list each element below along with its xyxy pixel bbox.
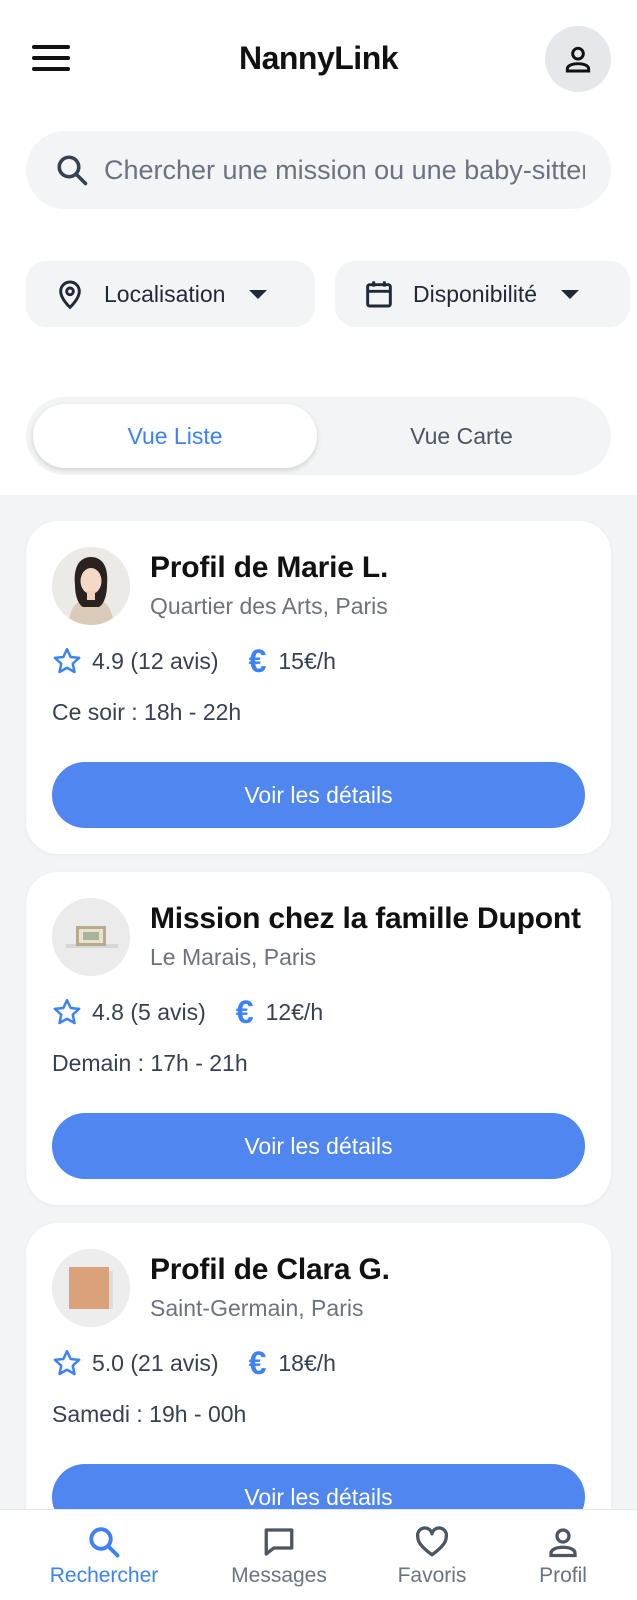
- card-meta: 4.8 (5 avis) € 12€/h: [52, 996, 323, 1028]
- search-icon: [57, 155, 88, 186]
- card-location: Saint-Germain, Paris: [150, 1295, 364, 1321]
- card-availability: Ce soir : 18h - 22h: [52, 699, 242, 725]
- view-toggle: Vue Liste Vue Carte: [26, 397, 611, 475]
- avatar: [52, 547, 130, 625]
- star-icon: [53, 1349, 81, 1376]
- card-availability: Demain : 17h - 21h: [52, 1050, 248, 1076]
- chevron-down-icon: [249, 289, 268, 299]
- euro-icon: €: [248, 643, 267, 679]
- card-rate: 18€/h: [278, 1349, 336, 1376]
- card-location: Quartier des Arts, Paris: [150, 593, 388, 619]
- avatar: [52, 1249, 130, 1327]
- nav-label: Profil: [539, 1564, 587, 1587]
- nav-item-profile[interactable]: Profil: [493, 1524, 633, 1588]
- tab-list-view[interactable]: Vue Liste: [33, 404, 317, 468]
- view-details-button[interactable]: Voir les détails: [52, 1464, 585, 1510]
- search-icon: [89, 1527, 120, 1558]
- filter-location[interactable]: Localisation: [26, 261, 315, 327]
- view-details-button[interactable]: Voir les détails: [52, 1113, 585, 1179]
- result-card[interactable]: Mission chez la famille Dupont Le Marais…: [26, 872, 611, 1205]
- card-title: Profil de Clara G.: [150, 1253, 390, 1286]
- results-list[interactable]: Profil de Marie L. Quartier des Arts, Pa…: [0, 495, 637, 1510]
- result-card[interactable]: Profil de Marie L. Quartier des Arts, Pa…: [26, 521, 611, 854]
- nav-label: Rechercher: [49, 1564, 159, 1587]
- card-location: Le Marais, Paris: [150, 944, 317, 970]
- user-icon: [549, 1528, 577, 1558]
- card-rating: 4.9 (12 avis): [92, 647, 219, 674]
- profile-button[interactable]: [545, 26, 611, 92]
- search-bar[interactable]: [26, 131, 611, 209]
- card-title: Mission chez la famille Dupont: [150, 902, 581, 935]
- euro-icon: €: [235, 994, 254, 1030]
- star-icon: [53, 647, 81, 674]
- nav-item-favorites[interactable]: Favoris: [362, 1524, 502, 1588]
- card-availability: Samedi : 19h - 00h: [52, 1401, 247, 1427]
- heart-icon: [415, 1526, 449, 1557]
- card-rate: 15€/h: [278, 647, 336, 674]
- avatar: [52, 898, 130, 976]
- user-icon: [565, 46, 591, 73]
- bottom-nav: Rechercher Messages Favoris Profil: [0, 1509, 637, 1600]
- star-icon: [53, 998, 81, 1025]
- app-header: NannyLink: [0, 0, 637, 118]
- app-title: NannyLink: [238, 40, 399, 76]
- filter-availability-label: Disponibilité: [413, 280, 538, 307]
- card-title: Profil de Marie L.: [150, 551, 389, 584]
- chevron-down-icon: [561, 289, 580, 299]
- card-rating: 4.8 (5 avis): [92, 998, 206, 1025]
- card-meta: 5.0 (21 avis) € 18€/h: [52, 1347, 336, 1379]
- message-icon: [264, 1528, 294, 1556]
- nav-label: Messages: [231, 1564, 327, 1587]
- search-input[interactable]: [104, 154, 585, 186]
- nav-item-search[interactable]: Rechercher: [34, 1524, 174, 1588]
- map-pin-icon: [59, 280, 81, 310]
- card-rate: 12€/h: [265, 998, 324, 1025]
- card-rating: 5.0 (21 avis): [92, 1349, 219, 1376]
- nav-item-messages[interactable]: Messages: [209, 1524, 349, 1588]
- filter-availability[interactable]: Disponibilité: [335, 261, 630, 327]
- calendar-icon: [366, 281, 392, 308]
- euro-icon: €: [248, 1345, 267, 1381]
- filter-location-label: Localisation: [104, 280, 226, 307]
- card-meta: 4.9 (12 avis) € 15€/h: [52, 645, 336, 677]
- nav-label: Favoris: [397, 1564, 467, 1587]
- tab-map-view[interactable]: Vue Carte: [319, 404, 604, 468]
- view-details-button[interactable]: Voir les détails: [52, 762, 585, 828]
- result-card[interactable]: Profil de Clara G. Saint-Germain, Paris …: [26, 1223, 611, 1510]
